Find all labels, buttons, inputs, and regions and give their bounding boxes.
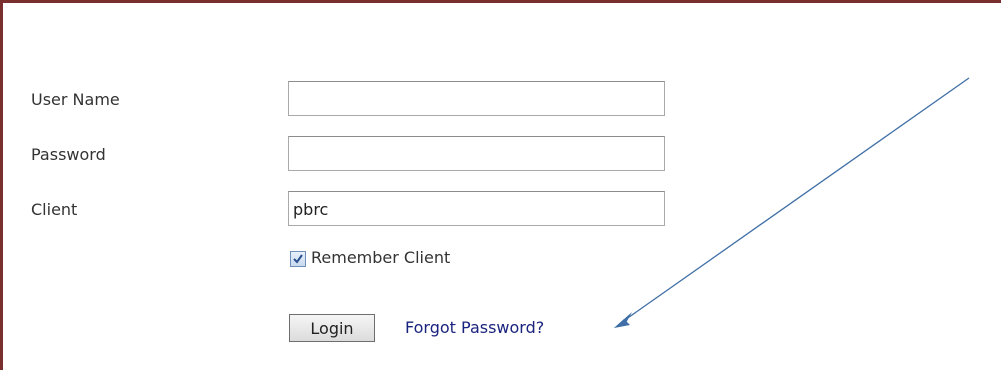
- arrow-icon: [614, 77, 970, 328]
